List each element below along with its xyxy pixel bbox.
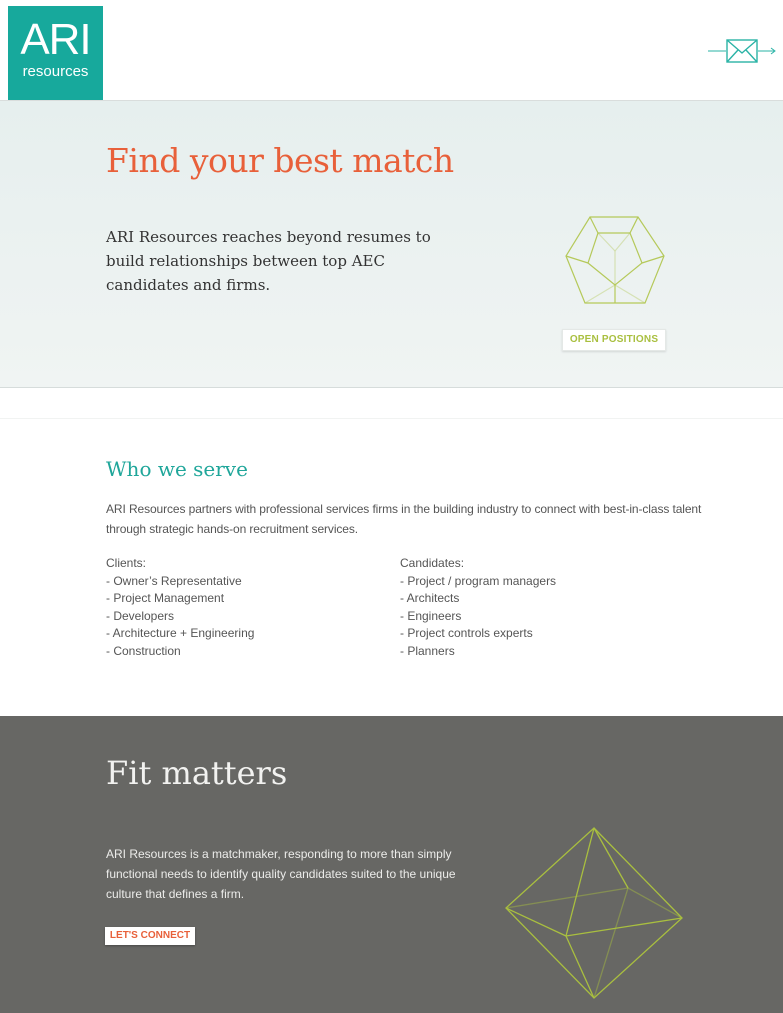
list-item: - Owner’s Representative	[106, 573, 242, 588]
fit-matters-description: ARI Resources is a matchmaker, respondin…	[106, 847, 456, 901]
clients-list: Clients: - Owner’s Representative - Proj…	[106, 555, 254, 660]
who-we-serve-section: Who we serve ARI Resources partners with…	[0, 418, 783, 717]
site-header: ARI resources	[0, 0, 783, 101]
envelope-icon[interactable]	[708, 38, 778, 64]
hero-title: Find your best match	[106, 141, 454, 180]
list-item: - Construction	[106, 643, 181, 658]
list-item: - Project / program managers	[400, 573, 557, 588]
candidates-list: Candidates: - Project / program managers…	[400, 555, 556, 660]
list-item: - Architects	[400, 591, 460, 605]
list-item: - Engineers	[400, 608, 462, 623]
list-item: - Project controls experts	[400, 626, 533, 640]
octahedron-illustration	[505, 827, 683, 999]
list-item: - Planners	[400, 643, 455, 658]
fit-matters-title: Fit matters	[106, 754, 288, 792]
who-we-serve-title: Who we serve	[106, 457, 248, 481]
lets-connect-button[interactable]: LET'S CONNECT	[105, 927, 195, 945]
logo-wordmark: ARI	[20, 15, 91, 64]
clients-heading: Clients:	[106, 556, 147, 570]
list-item: - Project Management	[106, 591, 225, 605]
fit-matters-section: Fit matters ARI Resources is a matchmake…	[0, 716, 783, 1013]
logo-subtitle: resources	[22, 63, 89, 80]
candidates-heading: Candidates:	[400, 556, 465, 570]
ari-resources-logo[interactable]: ARI resources	[8, 6, 103, 100]
hero-description: ARI Resources reaches beyond resumes to …	[106, 228, 431, 294]
open-positions-button[interactable]: OPEN POSITIONS	[562, 329, 666, 351]
hero-section: Find your best match ARI Resources reach…	[0, 101, 783, 388]
list-item: - Developers	[106, 608, 175, 623]
who-we-serve-intro: ARI Resources partners with professional…	[106, 502, 702, 536]
list-item: - Architecture + Engineering	[106, 626, 255, 640]
dodecahedron-illustration	[565, 216, 665, 304]
